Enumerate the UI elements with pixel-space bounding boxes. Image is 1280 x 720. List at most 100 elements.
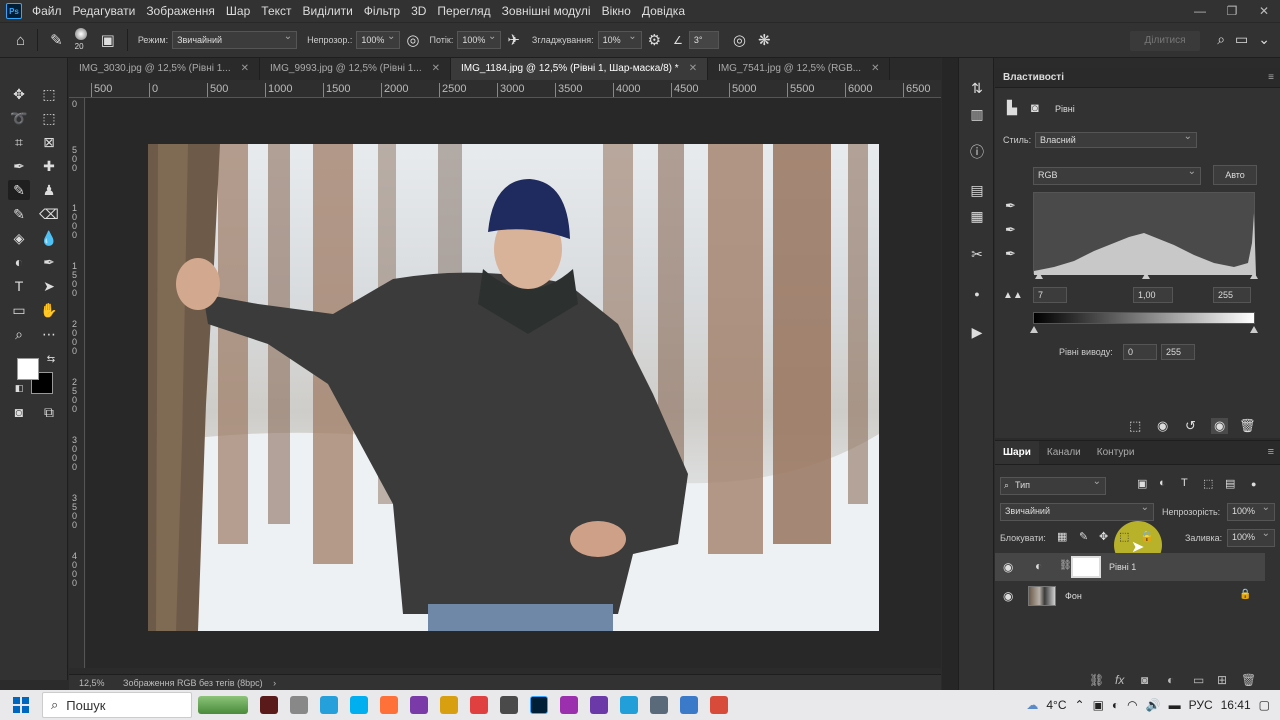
frame-tool-icon[interactable]: ⊠	[38, 132, 60, 152]
lock-icon[interactable]: 🔒	[1239, 589, 1251, 600]
zoom-tool-icon[interactable]: ⌕	[8, 324, 30, 344]
layer-row-background[interactable]: ◉ Фон 🔒	[995, 582, 1265, 610]
panel-menu-icon[interactable]: ≡	[1268, 446, 1274, 458]
eyedropper-tool-icon[interactable]: ✒	[8, 156, 30, 176]
layer-name[interactable]: Фон	[1065, 591, 1082, 601]
app-icon[interactable]	[680, 696, 698, 714]
eraser-tool-icon[interactable]: ⌫	[38, 204, 60, 224]
trash-icon[interactable]: 🗑	[1241, 673, 1256, 687]
notes-icon[interactable]: ▦	[967, 206, 987, 226]
opacity-field[interactable]: 100%	[356, 29, 401, 49]
home-icon[interactable]: ⌂	[16, 32, 25, 49]
menu-type[interactable]: Текст	[261, 4, 291, 18]
eye-icon[interactable]: ◉	[1003, 589, 1013, 603]
brush-tool-icon[interactable]: ✎	[50, 31, 63, 49]
visibility-icon[interactable]: ◉	[1211, 418, 1229, 434]
search-icon[interactable]: ⌕	[1217, 31, 1225, 48]
filter-pixel-icon[interactable]: ▣	[1137, 477, 1147, 490]
lasso-tool-icon[interactable]: ➰	[8, 108, 30, 128]
mask-icon[interactable]: ◙	[1031, 100, 1039, 115]
file-explorer-icon[interactable]	[440, 696, 458, 714]
input-gamma-slider[interactable]	[1142, 272, 1150, 279]
mode-select[interactable]: Звичайний	[172, 29, 298, 49]
input-white-slider[interactable]	[1250, 272, 1258, 279]
menu-select[interactable]: Виділити	[303, 4, 353, 18]
smoothing-options-icon[interactable]: ⚙	[648, 31, 661, 49]
clipping-warning-icon[interactable]: ▲▲	[1003, 290, 1023, 301]
object-select-tool-icon[interactable]: ⬚	[38, 108, 60, 128]
link-icon[interactable]: ⛓	[1059, 560, 1072, 571]
tab-img-1184[interactable]: IMG_1184.jpg @ 12,5% (Рівні 1, Шар-маска…	[451, 58, 709, 80]
history-brush-tool-icon[interactable]: ✎	[8, 204, 30, 224]
lock-position-icon[interactable]: ✥	[1099, 530, 1108, 543]
menu-layer[interactable]: Шар	[226, 4, 250, 18]
layer-thumbnail[interactable]	[1028, 586, 1056, 606]
filter-smart-object-icon[interactable]: ▤	[1225, 477, 1235, 490]
close-icon[interactable]: ✕	[689, 63, 697, 74]
weather-temp[interactable]: 4°C	[1046, 698, 1066, 712]
rectangle-tool-icon[interactable]: ▭	[8, 300, 30, 320]
info-icon[interactable]: ⓘ	[967, 142, 987, 162]
healing-brush-tool-icon[interactable]: ✚	[38, 156, 60, 176]
flow-field[interactable]: 100%	[457, 29, 502, 49]
tab-img-9993[interactable]: IMG_9993.jpg @ 12,5% (Рівні 1... ✕	[260, 58, 452, 80]
foreground-color-swatch[interactable]	[17, 358, 39, 380]
layer-filter-select[interactable]: ⌕ Тип	[1000, 475, 1106, 495]
viber-icon[interactable]	[590, 696, 608, 714]
blur-tool-icon[interactable]: 💧	[38, 228, 60, 248]
output-black-slider[interactable]	[1030, 326, 1038, 333]
marquee-tool-icon[interactable]: ⬚	[38, 84, 60, 104]
menu-plugins[interactable]: Зовнішні модулі	[502, 4, 591, 18]
crop-tool-icon[interactable]: ⌗	[8, 132, 30, 152]
default-colors-icon[interactable]: ◧	[8, 378, 30, 398]
input-white-field[interactable]: 255	[1213, 287, 1251, 303]
weather-icon[interactable]: ☁	[1026, 698, 1038, 712]
wifi-icon[interactable]: ◠	[1127, 698, 1137, 712]
menu-edit[interactable]: Редагувати	[73, 4, 136, 18]
airbrush-icon[interactable]: ✈	[507, 31, 520, 49]
tab-layers[interactable]: Шари	[995, 441, 1039, 464]
tab-paths[interactable]: Контури	[1089, 441, 1143, 464]
firefox-icon[interactable]	[380, 696, 398, 714]
zoom-level[interactable]: 12,5%	[79, 678, 105, 688]
canvas-area[interactable]	[86, 98, 941, 668]
input-black-slider[interactable]	[1035, 272, 1043, 279]
tray-icon[interactable]: ◐	[1112, 698, 1119, 712]
close-icon[interactable]: ✕	[432, 63, 440, 74]
tray-icon[interactable]: ⌃	[1075, 698, 1085, 712]
trash-icon[interactable]: 🗑	[1239, 418, 1256, 434]
fill-field[interactable]: 100%	[1227, 527, 1275, 547]
hand-tool-icon[interactable]: ✋	[38, 300, 60, 320]
pen-tool-icon[interactable]: ✒	[38, 252, 60, 272]
view-previous-icon[interactable]: ◉	[1157, 418, 1168, 434]
angle-field[interactable]: 3°	[688, 31, 719, 49]
adjust-tools-icon[interactable]: ✂	[967, 244, 987, 264]
new-group-icon[interactable]: ▭	[1193, 673, 1204, 687]
dodge-tool-icon[interactable]: ◐	[8, 252, 30, 272]
screen-mode-icon[interactable]: ⧉	[38, 402, 60, 422]
skype-icon[interactable]	[350, 696, 368, 714]
minimize-icon[interactable]: —	[1184, 0, 1216, 22]
white-point-eyedropper-icon[interactable]: ✒	[1005, 246, 1016, 262]
filter-adjustment-icon[interactable]: ◐	[1159, 477, 1166, 489]
workspace-chevron-icon[interactable]: ⌄	[1258, 31, 1270, 48]
app-icon[interactable]	[470, 696, 488, 714]
filter-type-icon[interactable]: T	[1181, 477, 1188, 489]
app-icon[interactable]	[320, 696, 338, 714]
brush-tool-icon[interactable]: ✎	[8, 180, 30, 200]
menu-window[interactable]: Вікно	[602, 4, 631, 18]
reset-icon[interactable]: ↺	[1185, 418, 1196, 434]
type-tool-icon[interactable]: T	[8, 276, 30, 296]
symmetry-icon[interactable]: ❋	[758, 31, 771, 49]
filter-toggle-icon[interactable]: ●	[1251, 479, 1256, 489]
windows-start-icon[interactable]	[10, 694, 32, 716]
layer-row-levels[interactable]: ◉ ◐ ⛓ Рівні 1	[995, 553, 1265, 581]
preset-select[interactable]: Власний	[1035, 130, 1197, 148]
output-black-field[interactable]: 0	[1123, 344, 1157, 360]
tab-img-3030[interactable]: IMG_3030.jpg @ 12,5% (Рівні 1... ✕	[69, 58, 261, 80]
app-icon[interactable]	[710, 696, 728, 714]
brush-preset-picker[interactable]: 20	[69, 25, 95, 55]
input-gamma-field[interactable]: 1,00	[1133, 287, 1173, 303]
menu-image[interactable]: Зображення	[146, 4, 215, 18]
photoshop-taskbar-icon[interactable]	[530, 696, 548, 714]
